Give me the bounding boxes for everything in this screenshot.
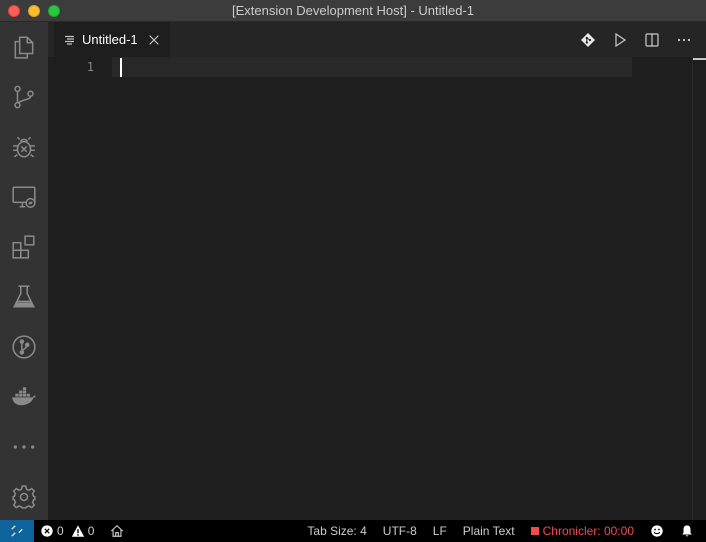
window-title: [Extension Development Host] - Untitled-… [231,3,475,18]
warning-icon [71,525,84,537]
error-icon [41,525,53,537]
activity-bar [0,22,48,520]
remote-icon [11,525,23,537]
docker-icon [12,387,36,406]
status-language[interactable]: Plain Text [463,520,515,542]
warning-count: 0 [87,524,95,538]
gear-icon [12,485,36,509]
git-diamond-icon [581,32,595,47]
activity-git-graph[interactable] [0,325,48,369]
run-button[interactable] [604,22,636,57]
record-icon [530,527,539,535]
ellipsis-icon [677,38,691,41]
status-eol[interactable]: LF [433,520,447,542]
status-right-items: Tab Size: 4 UTF-8 LF Plain Text Chronicl… [291,520,694,542]
bell-icon [682,525,692,537]
text-cursor [120,58,122,77]
tab-label: Untitled-1 [82,32,138,47]
activity-extensions[interactable] [0,225,48,269]
home-icon [111,524,124,537]
activity-run-debug[interactable] [0,125,48,169]
activity-explorer[interactable] [0,25,48,69]
files-icon [14,36,34,59]
text-editor[interactable]: 1 [48,57,706,520]
vscode-window: [Extension Development Host] - Untitled-… [0,0,706,542]
title-bar: [Extension Development Host] - Untitled-… [0,0,706,22]
activity-docker[interactable] [0,375,48,419]
status-problems[interactable]: 0 0 [40,520,124,542]
error-count: 0 [57,524,64,538]
line-number: 1 [86,60,94,74]
activity-more[interactable] [0,425,48,469]
ellipsis-icon [13,445,35,449]
debug-icon [13,136,35,158]
close-icon [149,34,159,45]
tab-close-button[interactable] [146,32,162,48]
split-editor-icon [645,32,659,47]
play-icon [615,32,627,47]
feedback-button[interactable] [650,520,664,542]
notifications-button[interactable] [680,520,694,542]
status-home-button[interactable] [110,520,124,542]
remote-explorer-icon [12,186,36,209]
text-file-icon [65,35,74,45]
beaker-icon [13,285,35,308]
status-encoding[interactable]: UTF-8 [383,520,417,542]
open-changes-button[interactable] [572,22,604,57]
activity-manage[interactable] [0,475,48,519]
git-graph-icon [12,335,36,359]
status-bar: 0 0 Tab Size: 4 UTF-8 LF Plain Text Chro… [0,520,706,542]
tab-untitled-1[interactable]: Untitled-1 [54,22,170,57]
remote-indicator-button[interactable] [0,520,34,542]
chronicler-label: Chronicler: 00:00 [542,524,634,538]
activity-remote-explorer[interactable] [0,175,48,219]
source-control-icon [14,85,34,109]
activity-testing[interactable] [0,275,48,319]
cursor-position-marker [693,58,706,60]
smiley-icon [651,525,663,537]
editor-actions [572,22,700,57]
status-chronicler[interactable]: Chronicler: 00:00 [530,520,634,542]
overview-ruler[interactable] [692,57,706,520]
current-line-highlight [112,57,632,77]
extensions-icon [12,235,35,259]
activity-source-control[interactable] [0,75,48,119]
editor-tabs-bar: Untitled-1 [48,22,706,57]
split-editor-button[interactable] [636,22,668,57]
status-tab-size[interactable]: Tab Size: 4 [307,520,366,542]
more-actions-button[interactable] [668,22,700,57]
